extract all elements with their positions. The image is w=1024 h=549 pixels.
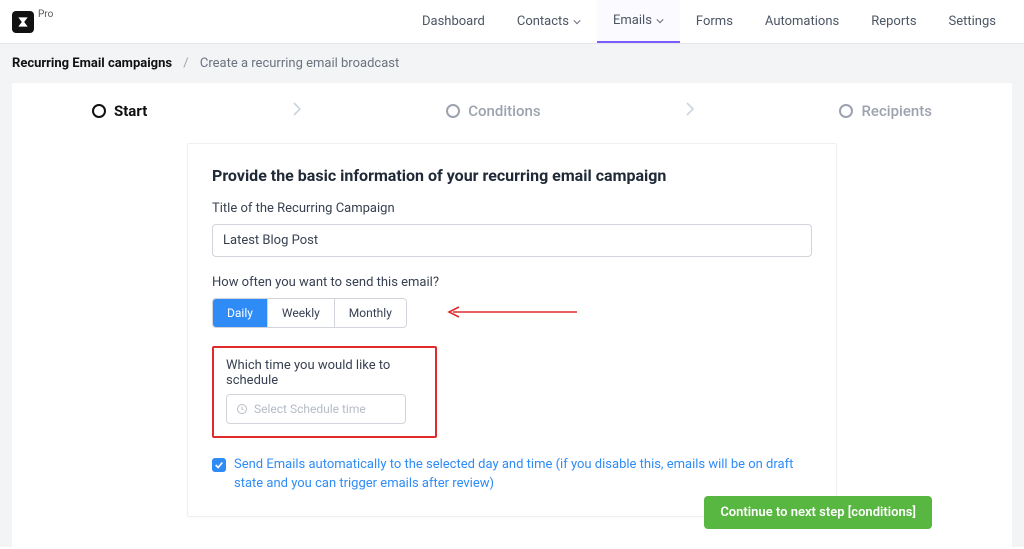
logo-pro-label: Pro (38, 9, 53, 20)
step-conditions-label: Conditions (468, 102, 540, 120)
auto-send-label: Send Emails automatically to the selecte… (234, 456, 812, 494)
annotation-arrow-icon (447, 304, 577, 323)
step-circle-icon (446, 104, 460, 118)
footer-actions: Continue to next step [conditions] (12, 496, 1012, 529)
step-conditions[interactable]: Conditions (446, 102, 540, 120)
title-label: Title of the Recurring Campaign (212, 201, 812, 216)
nav-forms[interactable]: Forms (680, 0, 749, 43)
frequency-toggle: Daily Weekly Monthly (212, 298, 407, 328)
campaign-title-input[interactable] (212, 224, 812, 257)
breadcrumb-sep: / (183, 56, 188, 71)
step-circle-icon (92, 104, 106, 118)
nav-settings[interactable]: Settings (933, 0, 1012, 43)
frequency-monthly-button[interactable]: Monthly (335, 299, 406, 327)
page-area: Start Conditions Recipients Provide the … (0, 83, 1024, 547)
schedule-time-input[interactable]: Select Schedule time (226, 394, 406, 424)
nav-items: Dashboard Contacts Emails Forms Automati… (406, 0, 1012, 43)
page-panel: Start Conditions Recipients Provide the … (12, 83, 1012, 547)
step-start-label: Start (114, 102, 147, 120)
checkbox-checked-icon[interactable] (212, 458, 226, 472)
annotation-highlight-box: Which time you would like to schedule Se… (212, 346, 437, 438)
stepper: Start Conditions Recipients (12, 101, 1012, 121)
breadcrumb-root[interactable]: Recurring Email campaigns (12, 56, 172, 71)
nav-forms-label: Forms (696, 14, 733, 29)
step-recipients[interactable]: Recipients (839, 102, 931, 120)
chevron-right-icon (682, 101, 698, 121)
breadcrumb-current: Create a recurring email broadcast (200, 56, 399, 71)
step-circle-icon (839, 104, 853, 118)
schedule-placeholder: Select Schedule time (254, 402, 366, 416)
continue-button[interactable]: Continue to next step [conditions] (704, 496, 932, 529)
chevron-down-icon (656, 17, 664, 25)
step-start[interactable]: Start (92, 102, 147, 120)
step-recipients-label: Recipients (861, 102, 931, 120)
nav-automations-label: Automations (765, 14, 839, 29)
app-logo[interactable]: Pro (12, 11, 53, 33)
nav-emails-label: Emails (613, 13, 652, 28)
auto-send-checkbox-row[interactable]: Send Emails automatically to the selecte… (212, 456, 812, 494)
nav-settings-label: Settings (949, 14, 996, 29)
frequency-weekly-button[interactable]: Weekly (268, 299, 335, 327)
chevron-right-icon (289, 101, 305, 121)
top-nav: Pro Dashboard Contacts Emails Forms Auto… (0, 0, 1024, 44)
logo-icon (12, 11, 34, 33)
nav-reports[interactable]: Reports (855, 0, 932, 43)
frequency-daily-button[interactable]: Daily (213, 299, 268, 327)
nav-dashboard[interactable]: Dashboard (406, 0, 501, 43)
clock-icon (236, 403, 248, 415)
nav-emails[interactable]: Emails (597, 0, 680, 43)
schedule-label: Which time you would like to schedule (226, 358, 423, 388)
nav-reports-label: Reports (871, 14, 916, 29)
nav-automations[interactable]: Automations (749, 0, 855, 43)
frequency-label: How often you want to send this email? (212, 275, 812, 290)
breadcrumb: Recurring Email campaigns / Create a rec… (0, 44, 1024, 83)
nav-contacts[interactable]: Contacts (501, 0, 597, 43)
form-card: Provide the basic information of your re… (187, 143, 837, 517)
nav-contacts-label: Contacts (517, 14, 569, 29)
chevron-down-icon (573, 18, 581, 26)
card-heading: Provide the basic information of your re… (212, 166, 812, 185)
nav-dashboard-label: Dashboard (422, 14, 485, 29)
